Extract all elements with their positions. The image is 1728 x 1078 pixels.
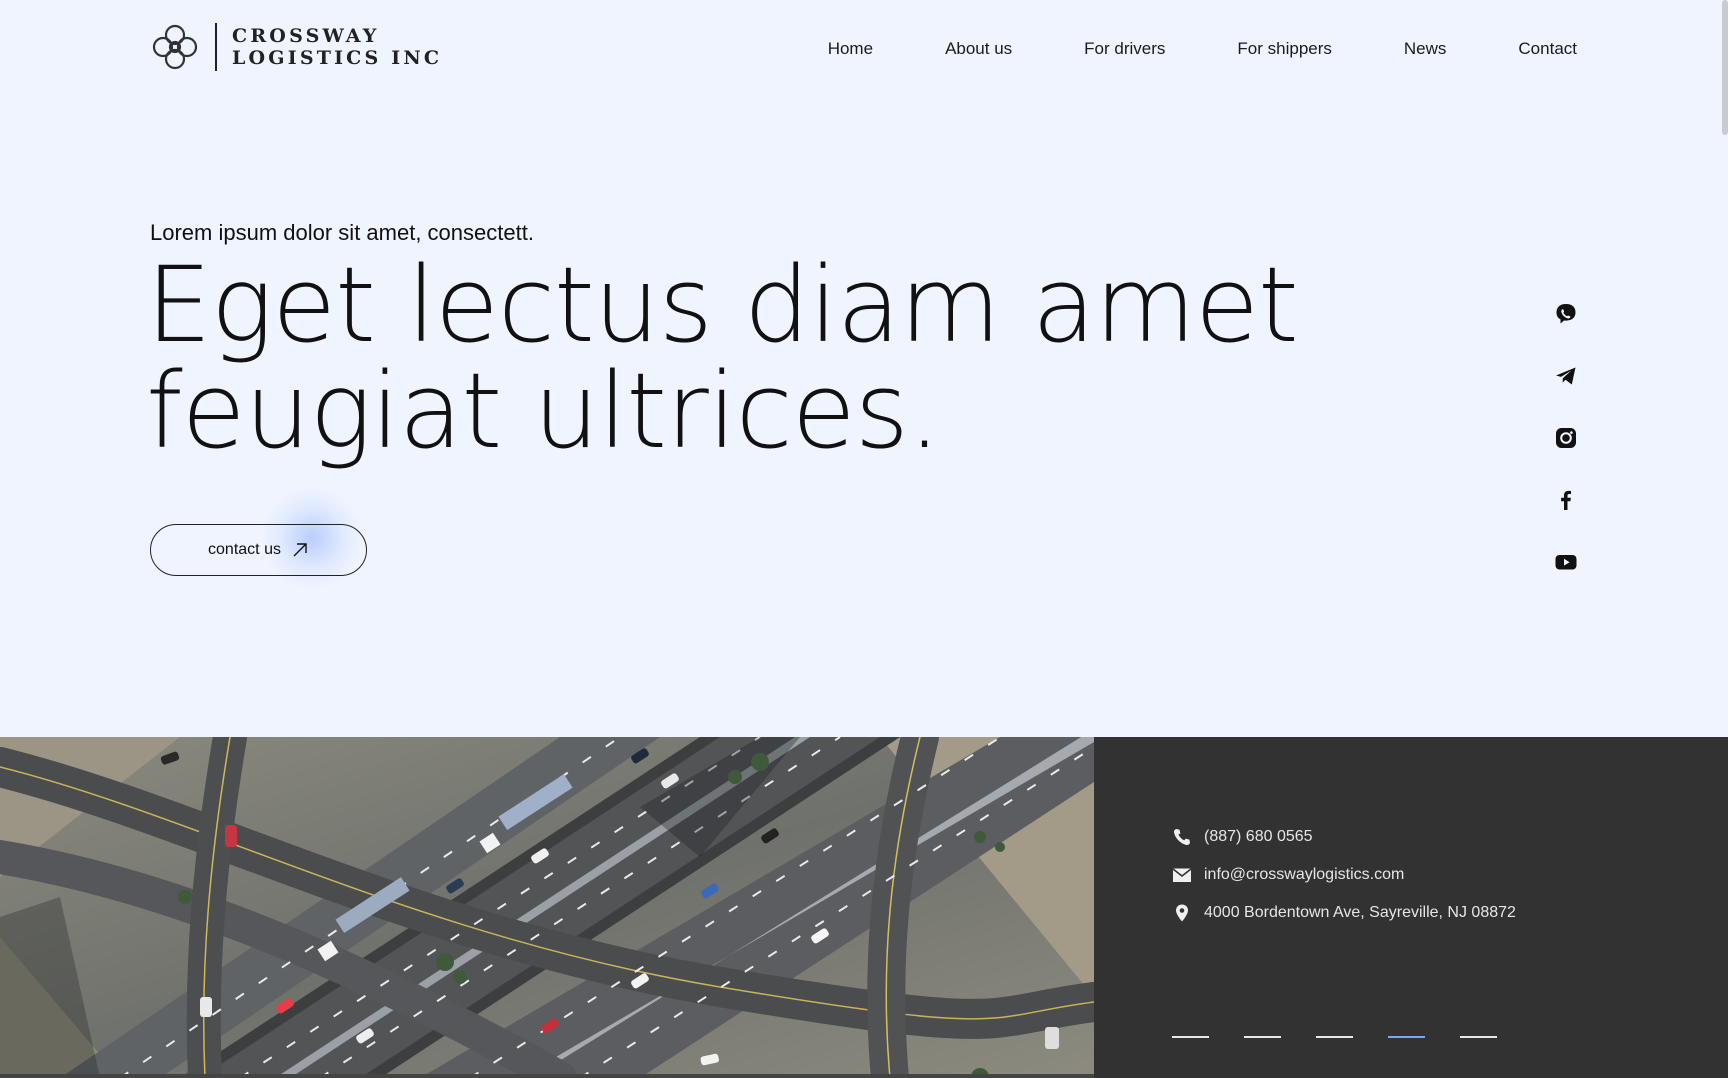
slider-dot-1[interactable] xyxy=(1172,1036,1209,1038)
brand-line-1: CROSSWAY xyxy=(232,25,380,47)
nav-for-shippers[interactable]: For shippers xyxy=(1237,38,1331,60)
viber-link[interactable] xyxy=(1554,302,1578,326)
brand-line-2: LOGISTICS INC xyxy=(232,47,443,69)
instagram-icon xyxy=(1556,428,1576,448)
youtube-icon xyxy=(1555,555,1577,570)
celtic-knot-icon xyxy=(152,24,198,70)
youtube-link[interactable] xyxy=(1554,550,1578,574)
headline-line-2: feugiat ultrices. xyxy=(146,350,941,472)
telegram-icon xyxy=(1556,367,1576,385)
telegram-link[interactable] xyxy=(1554,364,1578,388)
arrow-up-right-icon xyxy=(293,543,307,557)
headline-line-1: Eget lectus diam amet xyxy=(146,244,1299,366)
slider-dot-2[interactable] xyxy=(1244,1036,1281,1038)
hero-eyebrow: Lorem ipsum dolor sit amet, consectett. xyxy=(150,220,534,245)
site-header: CROSSWAY LOGISTICS INC Home About us For… xyxy=(0,0,1728,100)
contact-us-button[interactable]: contact us xyxy=(150,524,367,576)
phone-number: (887) 680 0565 xyxy=(1204,828,1313,845)
email-address: info@crosswaylogistics.com xyxy=(1204,866,1405,883)
social-links xyxy=(1554,302,1578,612)
aerial-highway-image xyxy=(0,737,1094,1078)
slider-dot-3[interactable] xyxy=(1316,1036,1353,1038)
instagram-link[interactable] xyxy=(1554,426,1578,450)
facebook-link[interactable] xyxy=(1554,488,1578,512)
highway-photo xyxy=(0,737,1094,1078)
brand-name: CROSSWAY LOGISTICS INC xyxy=(232,25,442,69)
hero-headline: Eget lectus diam amet feugiat ultrices. xyxy=(146,252,1446,464)
envelope-icon xyxy=(1172,868,1192,882)
facebook-icon xyxy=(1561,490,1571,510)
phone-icon xyxy=(1173,829,1190,846)
slider-dot-4[interactable] xyxy=(1388,1036,1425,1038)
viber-icon xyxy=(1556,304,1576,324)
contact-panel: (887) 680 0565 info@crosswaylogistics.co… xyxy=(1094,737,1728,1078)
nav-for-drivers[interactable]: For drivers xyxy=(1084,38,1165,60)
main-nav: Home About us For drivers For shippers N… xyxy=(828,38,1577,60)
nav-about-us[interactable]: About us xyxy=(945,38,1012,60)
email-link[interactable]: info@crosswaylogistics.com xyxy=(1172,865,1404,885)
phone-link[interactable]: (887) 680 0565 xyxy=(1172,827,1313,847)
contact-us-label: contact us xyxy=(208,541,281,558)
location-pin-icon xyxy=(1176,904,1188,922)
slider-dot-5[interactable] xyxy=(1460,1036,1497,1038)
street-address: 4000 Bordentown Ave, Sayreville, NJ 0887… xyxy=(1204,904,1516,921)
address-link[interactable]: 4000 Bordentown Ave, Sayreville, NJ 0887… xyxy=(1172,903,1516,923)
nav-home[interactable]: Home xyxy=(828,38,873,60)
slider-pagination xyxy=(1172,1036,1497,1038)
nav-news[interactable]: News xyxy=(1404,38,1447,60)
page-scrollbar[interactable] xyxy=(1722,0,1728,135)
logo-divider xyxy=(215,23,217,71)
nav-contact[interactable]: Contact xyxy=(1518,38,1577,60)
brand-logo[interactable]: CROSSWAY LOGISTICS INC xyxy=(150,22,442,72)
photo-bottom-edge xyxy=(0,1074,1094,1078)
